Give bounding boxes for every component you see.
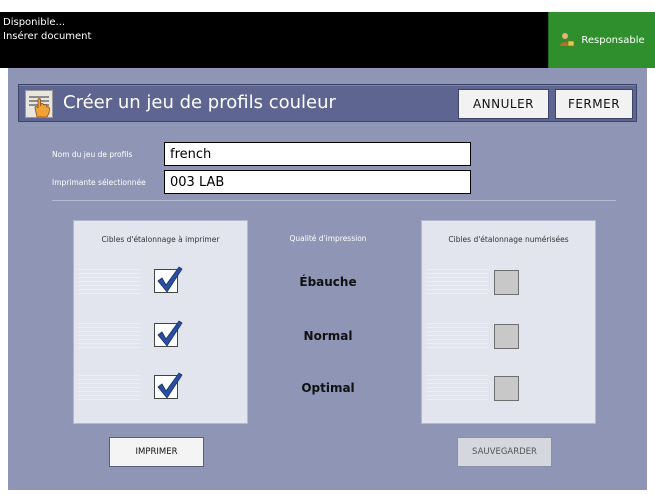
status-bar: Disponible... Insérer document Responsab…: [0, 12, 655, 68]
print-normal-checkbox[interactable]: [154, 320, 183, 347]
decorative-stripe: [78, 323, 140, 349]
print-button[interactable]: IMPRIMER: [109, 437, 204, 467]
divider: [52, 200, 616, 201]
decorative-stripe: [426, 375, 488, 401]
print-draft-checkbox[interactable]: [154, 266, 183, 293]
status-text: Disponible...: [3, 17, 66, 28]
checkmark-icon: [157, 372, 183, 399]
print-optimal-checkbox[interactable]: [154, 372, 183, 399]
scanned-targets-panel: Cibles d'étalonnage numérisées: [421, 220, 596, 424]
main-panel: Créer un jeu de profils couleur ANNULER …: [8, 68, 647, 490]
scanned-optimal-checkbox[interactable]: [494, 376, 519, 401]
profile-name-field[interactable]: french: [164, 142, 471, 166]
scanned-targets-heading: Cibles d'étalonnage numérisées: [448, 235, 569, 244]
page-title: Créer un jeu de profils couleur: [63, 92, 336, 113]
quality-draft-label: Ébauche: [299, 275, 357, 289]
status-message: Insérer document: [3, 31, 92, 42]
print-targets-heading: Cibles d'étalonnage à imprimer: [101, 235, 220, 244]
quality-heading: Qualité d'impression: [289, 234, 367, 243]
responsable-label: Responsable: [581, 34, 645, 46]
close-button[interactable]: FERMER: [555, 89, 633, 119]
print-targets-panel: Cibles d'étalonnage à imprimer: [73, 220, 248, 424]
responsable-button[interactable]: Responsable: [548, 12, 655, 68]
profile-name-label: Nom du jeu de profils: [52, 150, 133, 159]
save-button[interactable]: SAUVEGARDER: [457, 437, 552, 467]
quality-optimal-label: Optimal: [301, 381, 355, 395]
scanned-draft-checkbox[interactable]: [494, 270, 519, 295]
screen: Disponible... Insérer document Responsab…: [0, 0, 655, 495]
checkmark-icon: [157, 266, 183, 293]
title-bar: Créer un jeu de profils couleur ANNULER …: [18, 84, 637, 122]
decorative-stripe: [426, 269, 488, 295]
hand-pointer-icon: [25, 90, 53, 118]
cancel-button[interactable]: ANNULER: [458, 89, 549, 119]
decorative-stripe: [78, 375, 140, 401]
quality-normal-label: Normal: [303, 329, 353, 343]
checkmark-icon: [157, 320, 183, 347]
printer-field[interactable]: 003 LAB: [164, 170, 471, 194]
decorative-stripe: [426, 323, 488, 349]
decorative-stripe: [78, 269, 140, 295]
printer-label: Imprimante sélectionnée: [52, 178, 146, 187]
scanned-normal-checkbox[interactable]: [494, 324, 519, 349]
user-key-icon: [560, 33, 575, 47]
